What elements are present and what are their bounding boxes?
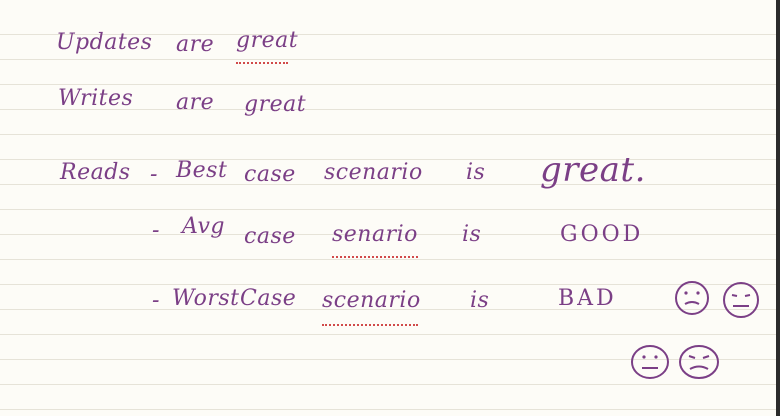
word-is: is (466, 160, 486, 185)
spellcheck-underline (236, 62, 288, 64)
word-reads: Reads (60, 160, 131, 185)
notebook-page: Updates are great Writes are great Reads… (0, 0, 780, 416)
word-senario: senario (332, 222, 418, 247)
word-writes: Writes (58, 86, 134, 111)
dash: - (152, 288, 160, 313)
spellcheck-underline (322, 324, 418, 326)
sad-face-icon (679, 345, 719, 379)
word-case: case (244, 162, 296, 187)
dash: - (152, 218, 160, 243)
word-best: Best (176, 158, 228, 183)
scrollbar-edge[interactable] (776, 0, 780, 416)
sad-face-icon (675, 281, 709, 315)
sad-face-icon (723, 282, 759, 318)
word-case: Case (240, 286, 297, 311)
word-updates: Updates (56, 30, 153, 55)
word-is: is (462, 222, 482, 247)
spellcheck-underline (332, 256, 418, 258)
word-scenario: scenario (322, 288, 421, 313)
sad-face-icon (631, 345, 669, 379)
word-is: is (470, 288, 490, 313)
word-bad: BAD (558, 286, 617, 311)
word-good: GOOD (560, 222, 644, 247)
word-are: are (176, 90, 215, 115)
dash: - (150, 162, 158, 187)
word-great: great. (540, 150, 646, 190)
word-worst: Worst (172, 286, 240, 311)
word-scenario: scenario (324, 160, 423, 185)
word-great: great (236, 28, 299, 53)
word-great: great (244, 92, 307, 117)
word-case: case (244, 224, 296, 249)
word-avg: Avg (182, 214, 226, 239)
word-are: are (176, 32, 215, 57)
